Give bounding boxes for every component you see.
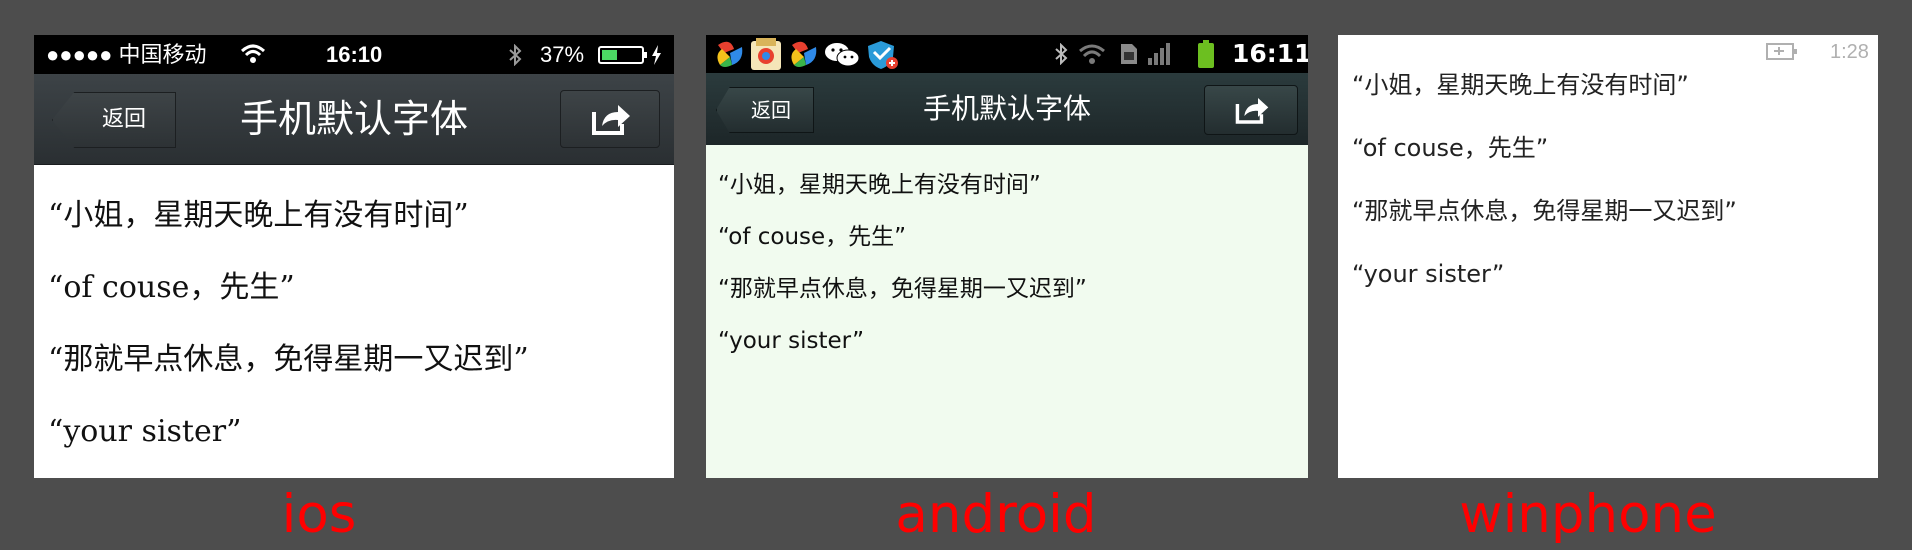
share-icon: [1234, 95, 1270, 125]
ios-caption: ios: [281, 484, 357, 545]
app-notification-icon: [714, 39, 746, 69]
content-line: “小姐，星期天晚上有没有时间”: [1352, 71, 1689, 99]
bluetooth-icon: [508, 44, 522, 66]
share-button[interactable]: [560, 90, 660, 148]
page-title: 手机默认字体: [922, 92, 1091, 125]
content-line: “of couse，先生”: [48, 270, 295, 305]
back-button[interactable]: 返回: [716, 87, 814, 133]
battery-icon: [1198, 40, 1214, 68]
content-line: “of couse，先生”: [1352, 134, 1549, 162]
page-title: 手机默认字体: [239, 97, 468, 141]
ios-screenshot: ●●●●● 中国移动 16:10 37% 返回 手机默认字体 “小姐，星期天晚上…: [34, 35, 674, 478]
app-store-icon: [750, 37, 782, 71]
content-line: “your sister”: [48, 414, 242, 449]
wechat-icon: [824, 41, 860, 69]
content-line: “那就早点休息，免得星期一又迟到”: [718, 276, 1087, 302]
winphone-content: “小姐，星期天晚上有没有时间” “of couse，先生” “那就早点休息，免得…: [1338, 65, 1878, 319]
android-screenshot: 16:11 返回 手机默认字体 “小姐，星期天晚上有没有时间” “of cous…: [706, 35, 1308, 478]
android-navigation-bar: 返回 手机默认字体: [706, 73, 1308, 145]
ios-status-bar: ●●●●● 中国移动 16:10 37%: [34, 35, 674, 74]
content-line: “那就早点休息，免得星期一又迟到”: [1352, 197, 1737, 225]
bluetooth-icon: [1054, 43, 1068, 65]
battery-icon: [598, 46, 650, 64]
status-time: 1:28: [1830, 41, 1869, 63]
wifi-icon: [1078, 43, 1106, 65]
winphone-caption: winphone: [1459, 484, 1717, 545]
battery-percent: 37%: [540, 42, 585, 67]
status-time: 16:10: [326, 42, 383, 67]
content-line: “小姐，星期天晚上有没有时间”: [48, 198, 469, 233]
sim-card-icon: [1120, 43, 1138, 65]
wifi-icon: [240, 43, 266, 67]
content-line: “of couse，先生”: [718, 224, 907, 250]
carrier-label: ●●●●● 中国移动: [46, 42, 207, 67]
status-time: 16:11: [1232, 39, 1308, 68]
winphone-screenshot: 1:28 “小姐，星期天晚上有没有时间” “of couse，先生” “那就早点…: [1338, 35, 1878, 478]
android-caption: android: [895, 484, 1097, 545]
signal-icon: [1148, 43, 1172, 65]
content-line: “小姐，星期天晚上有没有时间”: [718, 172, 1041, 198]
winphone-status-bar: 1:28: [1338, 35, 1878, 65]
android-status-bar: 16:11: [706, 35, 1308, 73]
battery-charging-icon: [1766, 43, 1802, 61]
content-line: “your sister”: [1352, 260, 1505, 288]
android-content: “小姐，星期天晚上有没有时间” “of couse，先生” “那就早点休息，免得…: [706, 145, 1308, 375]
charging-icon: [650, 44, 662, 66]
back-button[interactable]: 返回: [52, 92, 176, 148]
content-line: “your sister”: [718, 328, 864, 354]
app-notification-icon: [788, 39, 820, 69]
share-button[interactable]: [1204, 85, 1298, 135]
share-icon: [590, 102, 632, 136]
ios-content: “小姐，星期天晚上有没有时间” “of couse，先生” “那就早点休息，免得…: [34, 165, 674, 478]
content-line: “那就早点休息，免得星期一又迟到”: [48, 342, 529, 377]
security-shield-icon: [866, 39, 900, 71]
ios-navigation-bar: 返回 手机默认字体: [34, 74, 674, 165]
